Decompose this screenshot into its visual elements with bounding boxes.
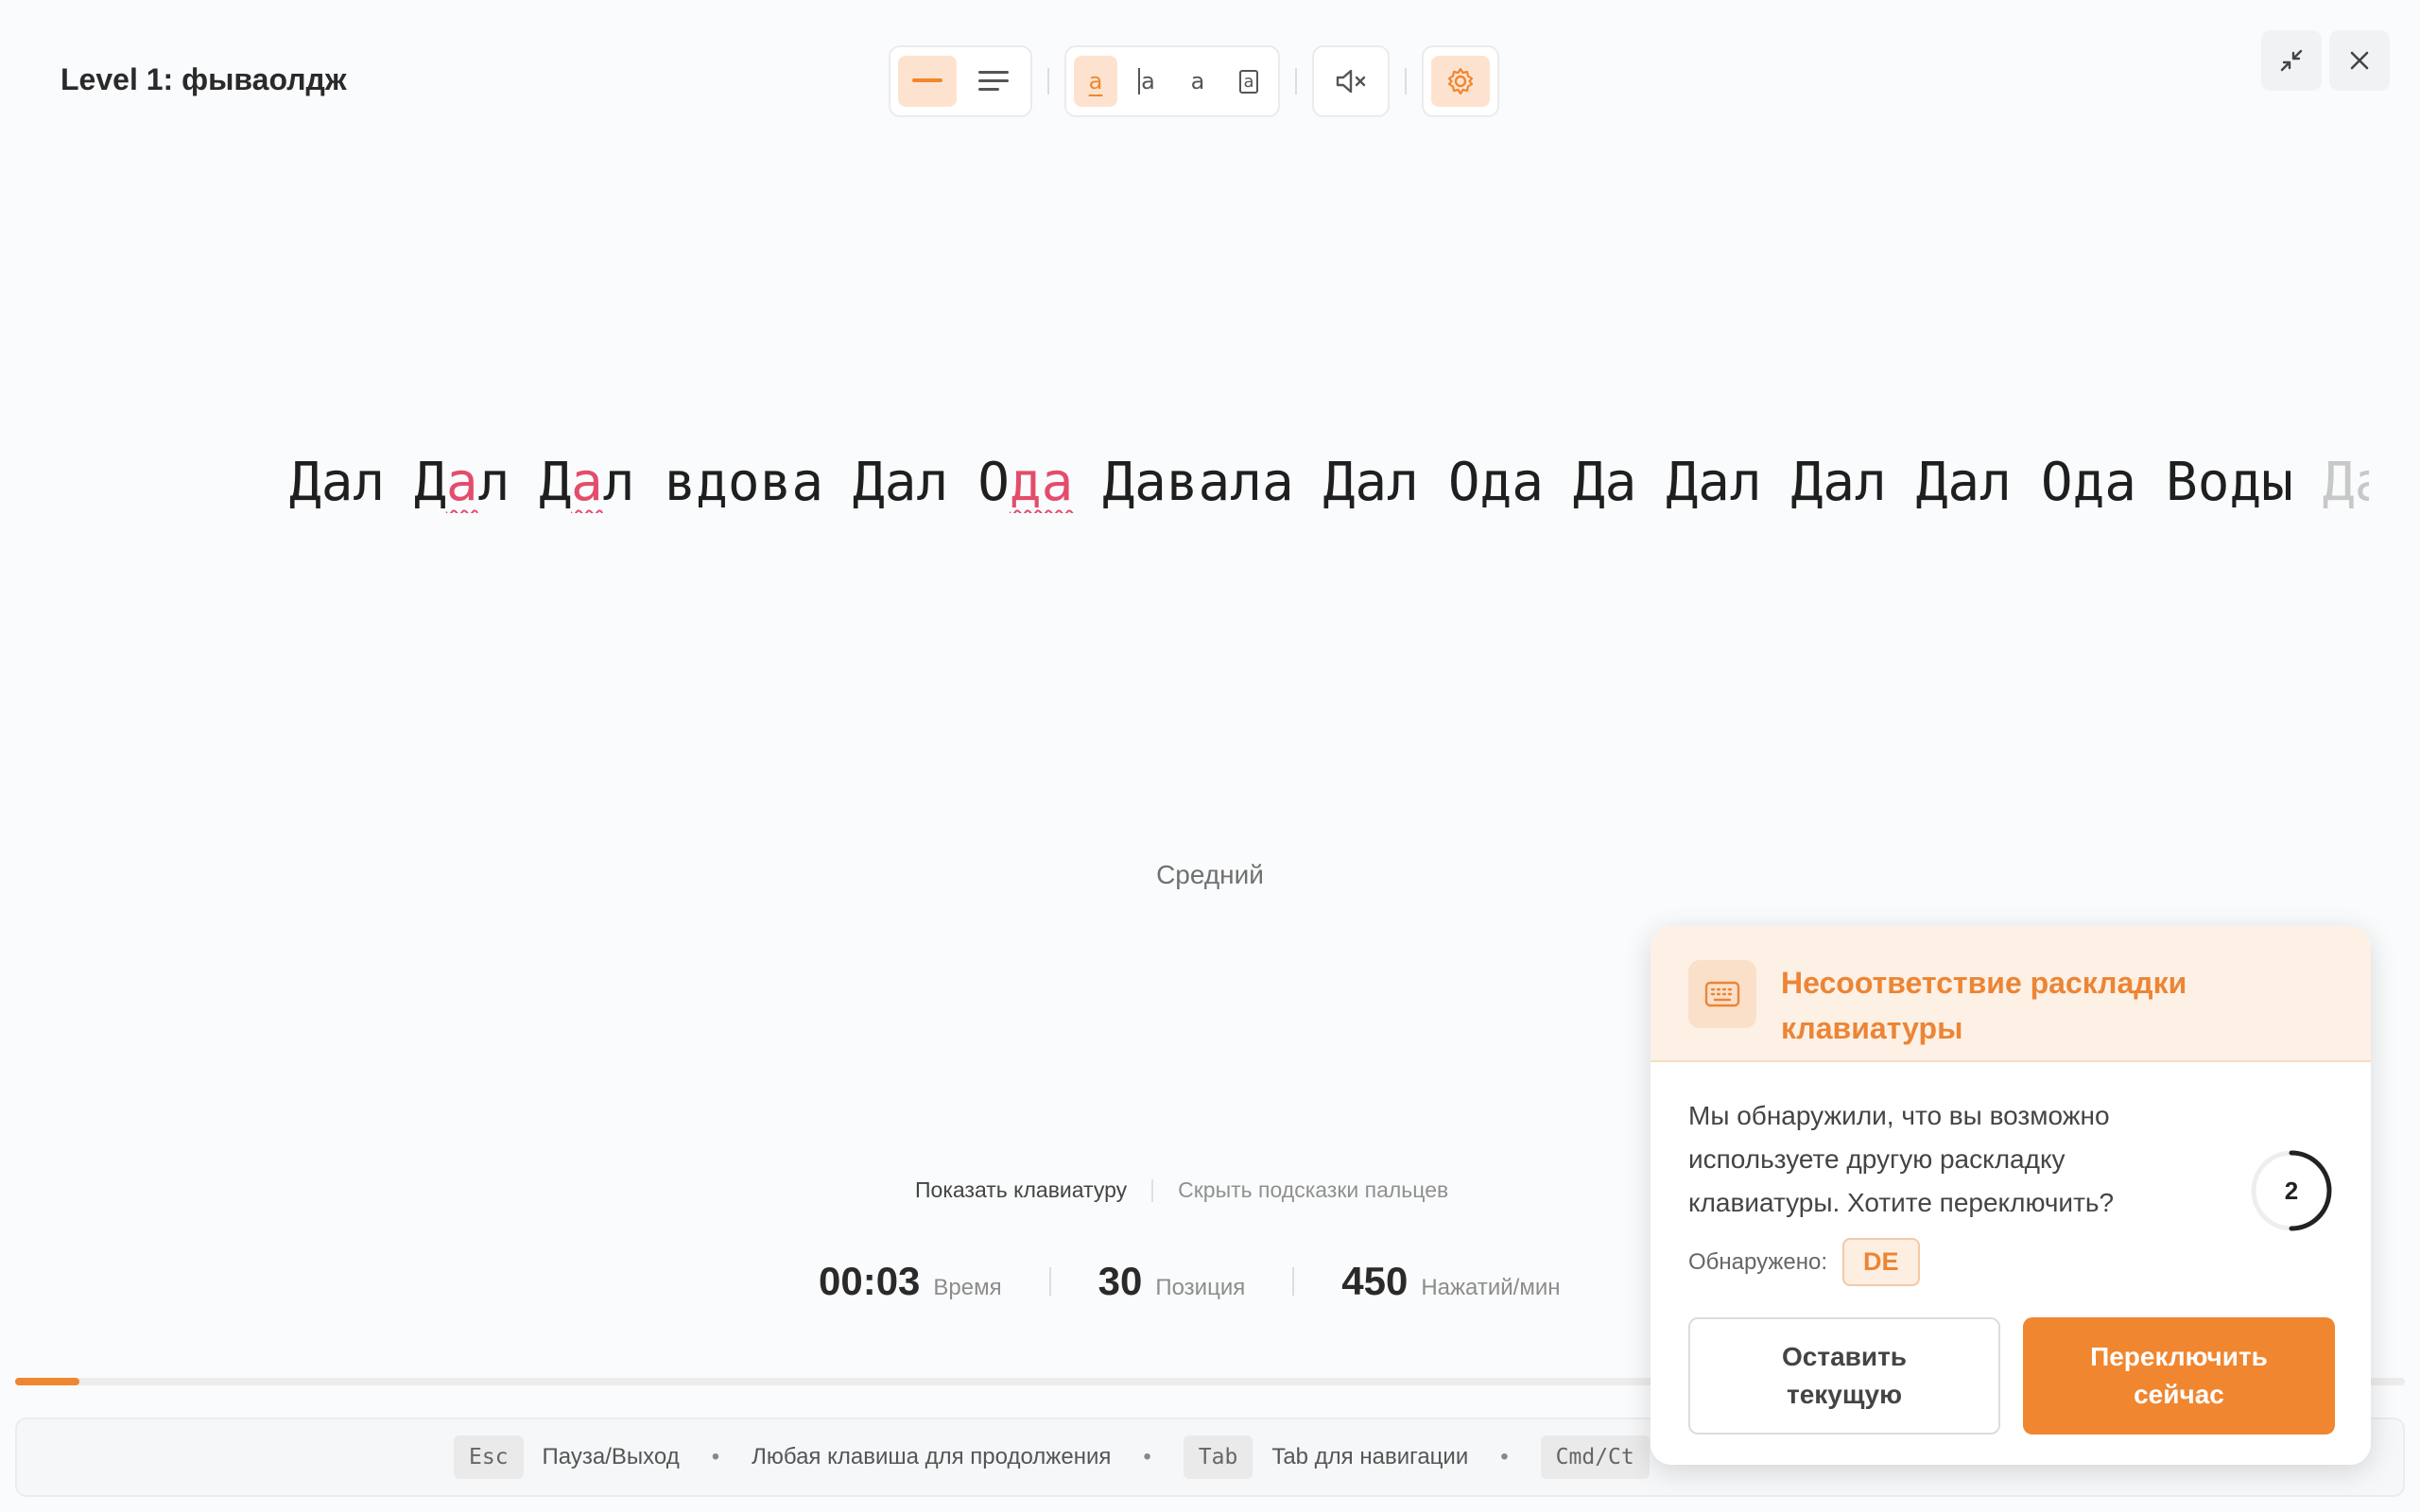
- line-mode-button[interactable]: [898, 56, 957, 107]
- typing-word: Дал: [289, 452, 386, 513]
- progress-fill: [15, 1378, 80, 1385]
- time-value: 00:03: [819, 1259, 921, 1303]
- time-stat: 00:03 Время: [819, 1259, 1002, 1304]
- word-segment: Д: [414, 452, 446, 513]
- line-mode-icon: [912, 78, 942, 82]
- kpm-value: 450: [1341, 1259, 1409, 1303]
- keyboard-links: Показать клавиатуру Скрыть подсказки пал…: [915, 1177, 1448, 1203]
- stat-divider: [1048, 1267, 1051, 1296]
- typing-word: Дал: [1790, 452, 1887, 513]
- any-key-hint: Любая клавиша для продолжения: [752, 1444, 1112, 1469]
- sound-off-icon: [1336, 69, 1366, 94]
- dialog-message: Мы обнаружили, что вы возможно используе…: [1688, 1101, 2115, 1217]
- footer-dot: •: [1143, 1444, 1151, 1469]
- stats-bar: 00:03 Время 30 Позиция 450 Нажатий/мин: [819, 1259, 1561, 1304]
- settings-button[interactable]: [1431, 56, 1490, 107]
- typing-word: Давала: [1102, 452, 1293, 513]
- no-cursor-icon: a: [1190, 68, 1205, 94]
- cursor-style-group: a a a a: [1064, 45, 1280, 117]
- hide-finger-hints-link[interactable]: Скрыть подсказки пальцев: [1178, 1177, 1448, 1203]
- detected-label: Обнаружено:: [1688, 1248, 1828, 1275]
- position-value: 30: [1098, 1259, 1143, 1303]
- countdown-timer: 2: [2250, 1149, 2333, 1232]
- toolbar-divider: [1047, 68, 1049, 94]
- footer-dot: •: [711, 1444, 720, 1469]
- settings-icon: [1447, 67, 1474, 95]
- paragraph-mode-button[interactable]: [964, 56, 1023, 107]
- underline-cursor-icon: a: [1088, 68, 1103, 94]
- toolbar-divider: [1405, 68, 1407, 94]
- keyboard-icon: [1688, 960, 1756, 1028]
- typing-word: Воды: [2166, 452, 2293, 513]
- kpm-stat: 450 Нажатий/мин: [1341, 1259, 1560, 1304]
- no-cursor-button[interactable]: a: [1176, 56, 1219, 107]
- typing-text: Дал Дал Дал вдова Дал Ода Давала Дал Ода Да Дал Дал…: [289, 452, 2369, 513]
- footer-dot: •: [1500, 1444, 1509, 1469]
- word-segment: л: [477, 452, 510, 513]
- kpm-label: Нажатий/мин: [1421, 1275, 1561, 1300]
- tab-key: Tab: [1183, 1435, 1253, 1479]
- dialog-actions: Оставить текущую Переключить сейчас: [1688, 1317, 2335, 1435]
- countdown-value: 2: [2284, 1176, 2299, 1205]
- esc-key: Esc: [454, 1435, 524, 1479]
- typing-word: Дал: [414, 452, 510, 513]
- cmd-key: Cmd/Ct: [1540, 1435, 1650, 1479]
- word-segment: О: [977, 452, 1010, 513]
- level-title: Level 1: фываолдж: [60, 62, 347, 96]
- tab-hint: Tab для навигации: [1271, 1444, 1469, 1469]
- link-divider: [1151, 1178, 1154, 1202]
- show-keyboard-link[interactable]: Показать клавиатуру: [915, 1177, 1127, 1203]
- dialog-header: Несоответствие раскладки клавиатуры: [1651, 926, 2371, 1062]
- word-segment: Дава: [1102, 452, 1231, 513]
- typing-word: Дал: [1322, 452, 1419, 513]
- time-label: Время: [933, 1275, 1002, 1300]
- sound-toggle-button[interactable]: [1322, 56, 1380, 107]
- difficulty-label: Средний: [1156, 860, 1264, 889]
- keep-current-button[interactable]: Оставить текущую: [1688, 1317, 2000, 1435]
- typing-word: Дав: [2322, 452, 2369, 513]
- layout-mismatch-dialog: Несоответствие раскладки клавиатуры Мы о…: [1651, 926, 2371, 1465]
- switch-now-button[interactable]: Переключить сейчас: [2023, 1317, 2335, 1435]
- detected-row: Обнаружено: DE: [1688, 1238, 2333, 1286]
- error-char: да: [1009, 452, 1074, 513]
- typing-word: Ода: [977, 452, 1073, 513]
- collapse-button[interactable]: [2261, 30, 2322, 91]
- paragraph-mode-icon: [978, 71, 1009, 91]
- word-segment: а: [1261, 452, 1294, 513]
- word-segment: л: [602, 452, 635, 513]
- sound-group: [1312, 45, 1390, 117]
- typing-word: Дал: [539, 452, 634, 513]
- esc-hint: Пауза/Выход: [542, 1444, 680, 1469]
- typing-word: Ода: [2040, 452, 2137, 513]
- dialog-title: Несоответствие раскладки клавиатуры: [1781, 966, 2187, 1045]
- view-mode-group: [889, 45, 1032, 117]
- underline-cursor-button[interactable]: a: [1074, 56, 1117, 107]
- typing-word: Да: [1572, 452, 1637, 513]
- toolbar-divider: [1295, 68, 1297, 94]
- position-stat: 30 Позиция: [1098, 1259, 1246, 1304]
- typing-word: Дал: [1666, 452, 1762, 513]
- dialog-body: Мы обнаружили, что вы возможно используе…: [1651, 1062, 2371, 1286]
- settings-group: [1422, 45, 1499, 117]
- typing-word: вдова: [664, 452, 824, 513]
- error-char: а: [571, 452, 603, 513]
- close-button[interactable]: [2329, 30, 2390, 91]
- typing-word: Ода: [1447, 452, 1544, 513]
- typing-word: Дал: [1915, 452, 2012, 513]
- stat-divider: [1292, 1267, 1295, 1296]
- position-label: Позиция: [1155, 1275, 1246, 1300]
- typing-word: Дал: [853, 452, 949, 513]
- close-icon: [2350, 51, 2369, 70]
- toolbar: a a a a: [889, 45, 1499, 117]
- current-char-cursor: л: [1230, 452, 1262, 513]
- collapse-icon: [2280, 49, 2303, 72]
- word-segment: Д: [539, 452, 572, 513]
- block-cursor-button[interactable]: a: [1227, 56, 1270, 107]
- bar-cursor-button[interactable]: a: [1125, 56, 1168, 107]
- bar-cursor-icon: a: [1138, 68, 1155, 94]
- error-char: а: [445, 452, 478, 513]
- detected-layout-badge: DE: [1842, 1238, 1920, 1286]
- block-cursor-icon: a: [1239, 69, 1258, 94]
